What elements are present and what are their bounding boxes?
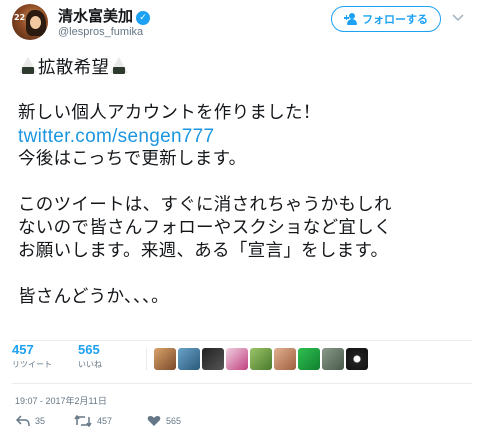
retweet-icon xyxy=(74,415,92,427)
liker-avatar[interactable] xyxy=(250,348,272,370)
like-button[interactable]: 565 xyxy=(147,412,181,430)
reply-count: 35 xyxy=(35,416,46,426)
tweet-link[interactable]: twitter.com/sengen777 xyxy=(18,126,214,147)
tweet-header: 22 清水富美加 ✓ @lespros_fumika フォローする xyxy=(0,0,484,48)
divider xyxy=(12,340,472,341)
liker-avatar[interactable] xyxy=(346,348,368,370)
tweet-line-6: お願いします。来週、ある「宣言」をします。 xyxy=(18,241,389,261)
liker-avatar[interactable] xyxy=(322,348,344,370)
avatar-badge: 22 xyxy=(14,13,26,22)
tweet-text: 拡散希望 新しい個人アカウントを作りました！ twitter.com/senge… xyxy=(18,56,478,309)
tweet-line-1: 拡散希望 xyxy=(18,56,478,79)
retweet-action-count: 457 xyxy=(97,416,113,426)
tweet-timestamp[interactable]: 19:07 - 2017年2月11日 xyxy=(15,394,107,407)
tweet-line-2: 新しい個人アカウントを作りました！ xyxy=(18,103,321,123)
reply-button[interactable]: 35 xyxy=(16,412,45,430)
verified-badge-icon: ✓ xyxy=(136,11,151,25)
display-name[interactable]: 清水富美加 ✓ xyxy=(58,5,151,26)
liker-avatar[interactable] xyxy=(298,348,320,370)
liker-avatar[interactable] xyxy=(154,348,176,370)
like-label: いいね xyxy=(78,360,102,369)
user-handle[interactable]: @lespros_fumika xyxy=(58,26,143,38)
follow-button-label: フォローする xyxy=(362,13,428,26)
reply-icon xyxy=(16,415,30,427)
liker-avatar[interactable] xyxy=(226,348,248,370)
retweet-button[interactable]: 457 xyxy=(74,412,112,430)
avatar[interactable]: 22 xyxy=(12,4,48,40)
add-user-icon xyxy=(344,13,358,25)
tweet-line-5: ないので皆さんフォローやスクショなど宜しく xyxy=(18,218,392,238)
retweet-label: リツイート xyxy=(12,360,52,369)
onigiri-icon xyxy=(109,56,129,76)
retweet-stat[interactable]: 457 リツイート xyxy=(12,342,52,370)
follow-button[interactable]: フォローする xyxy=(331,6,441,32)
tweet-line-7: 皆さんどうか、、、。 xyxy=(18,287,169,307)
chevron-down-icon[interactable] xyxy=(451,12,465,26)
tweet-line-4: このツイートは、すぐに消されちゃうかもしれ xyxy=(18,195,392,215)
liker-avatar[interactable] xyxy=(202,348,224,370)
liker-avatar[interactable] xyxy=(274,348,296,370)
tweet-actions: 35 457 565 xyxy=(12,412,472,430)
stat-separator xyxy=(146,348,147,370)
onigiri-icon xyxy=(18,56,38,76)
like-action-count: 565 xyxy=(166,416,182,426)
tweet-stats: 457 リツイート 565 いいね xyxy=(12,342,472,378)
divider xyxy=(12,383,472,384)
like-stat[interactable]: 565 いいね xyxy=(78,342,102,370)
liker-avatar[interactable] xyxy=(178,348,200,370)
tweet-line-3: 今後はこっちで更新します。 xyxy=(18,149,247,169)
tweet-line-1-text: 拡散希望 xyxy=(38,58,110,78)
like-count[interactable]: 565 xyxy=(78,342,102,357)
retweet-count[interactable]: 457 xyxy=(12,342,52,357)
display-name-text[interactable]: 清水富美加 xyxy=(58,7,133,25)
heart-icon xyxy=(147,416,161,426)
